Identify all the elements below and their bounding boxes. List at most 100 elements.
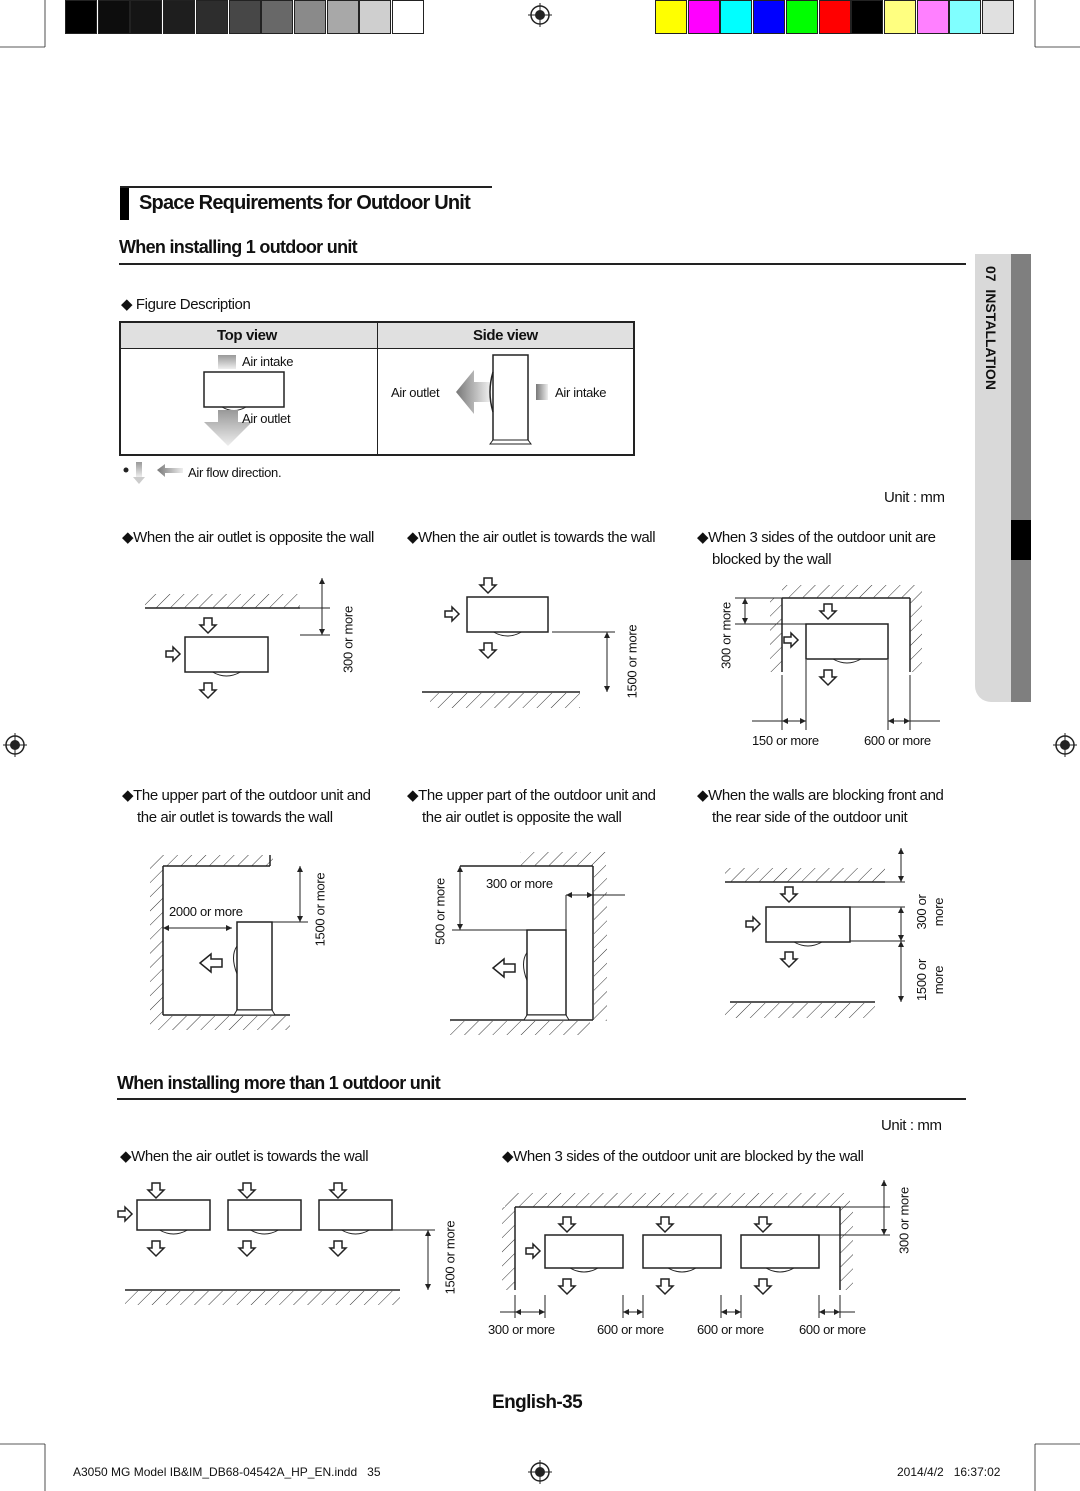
outdoor-unit xyxy=(136,1199,211,1231)
wall-hatch xyxy=(840,1207,853,1290)
outdoor-unit xyxy=(765,906,851,943)
caption-2: ◆When the air outlet is towards the wall xyxy=(407,529,656,546)
caption-multi-2: ◆When 3 sides of the outdoor unit are bl… xyxy=(502,1148,864,1165)
wall-hatch xyxy=(782,585,922,598)
outdoor-unit xyxy=(740,1234,820,1269)
heading-rule xyxy=(119,263,966,265)
arrow-down-icon xyxy=(478,642,498,660)
wall-hatch xyxy=(450,1021,590,1035)
arrow-down-icon xyxy=(753,1278,773,1296)
unit-base xyxy=(523,1014,570,1021)
wall-hatch xyxy=(430,693,580,708)
caption-1: ◆When the air outlet is opposite the wal… xyxy=(122,529,374,546)
heading-multi-unit: When installing more than 1 outdoor unit xyxy=(117,1073,441,1093)
arrow-down-icon xyxy=(478,577,498,595)
section-title-bar xyxy=(120,187,129,220)
airflow-left-icon xyxy=(157,464,183,477)
dim-label: 600 or more xyxy=(864,733,931,748)
dim-label: 1500 or more xyxy=(442,1220,458,1295)
arrow-down-icon xyxy=(237,1182,257,1200)
figure-table: Top view Side view Air intake Air outlet… xyxy=(119,321,635,456)
arrow-down-icon xyxy=(779,886,799,904)
wall-hatch xyxy=(520,852,606,866)
dim-label: 600 or more xyxy=(799,1322,866,1337)
wall-hatch xyxy=(910,598,922,672)
dim-label: 300 or more xyxy=(488,1322,555,1337)
outdoor-unit xyxy=(227,1199,302,1231)
dim-label: 500 or more xyxy=(432,878,448,945)
heading-rule xyxy=(117,1098,966,1100)
wall-hatch xyxy=(594,866,607,1021)
heading-single-unit: When installing 1 outdoor unit xyxy=(119,237,358,257)
dim-label: 1500 or more xyxy=(914,959,946,1001)
figure-description-label: ◆ Figure Description xyxy=(121,296,251,313)
arrow-right-icon xyxy=(165,645,182,663)
side-air-outlet-label: Air outlet xyxy=(391,385,440,400)
dim-label: 300 or more xyxy=(896,1187,912,1254)
airflow-note: Air flow direction. xyxy=(188,465,282,480)
arrow-right-icon xyxy=(783,631,800,649)
unit-label-multi: Unit : mm xyxy=(881,1117,942,1134)
airflow-down-icon xyxy=(136,462,142,477)
arrow-down-icon xyxy=(198,682,218,700)
unit-label-single: Unit : mm xyxy=(884,489,945,506)
dim-label: 600 or more xyxy=(597,1322,664,1337)
arrow-right-icon xyxy=(525,1242,542,1260)
arrow-down-icon xyxy=(655,1216,675,1234)
side-tab-marker xyxy=(1011,520,1031,560)
arrow-down-icon xyxy=(753,1216,773,1234)
arrow-down-icon xyxy=(557,1216,577,1234)
dim-label: 150 or more xyxy=(752,733,819,748)
arrow-right-icon xyxy=(444,605,461,623)
footer-file: A3050 MG Model IB&IM_DB68-04542A_HP_EN.i… xyxy=(73,1465,381,1479)
arrow-down-icon xyxy=(328,1240,348,1258)
arrow-down-icon xyxy=(198,617,218,635)
arrow-down-icon xyxy=(779,951,799,969)
arrow-right-icon xyxy=(117,1205,134,1223)
wall-hatch xyxy=(770,598,782,672)
top-view-header: Top view xyxy=(217,327,277,344)
caption-5: ◆The upper part of the outdoor unit and … xyxy=(407,787,656,826)
top-air-outlet-label: Air outlet xyxy=(242,411,291,426)
bullet xyxy=(123,467,129,473)
outdoor-unit xyxy=(526,929,567,1016)
outdoor-unit xyxy=(236,921,273,1011)
outdoor-unit xyxy=(318,1199,393,1231)
arrow-down-icon xyxy=(328,1182,348,1200)
arrow-right-icon xyxy=(745,915,762,933)
dim-label: 300 or more xyxy=(914,894,946,930)
dim-label: 300 or more xyxy=(486,876,553,891)
wall-hatch xyxy=(502,1207,515,1290)
caption-6: ◆When the walls are blocking front and t… xyxy=(697,787,944,826)
side-tab-label: 07 INSTALLATION xyxy=(983,266,999,390)
wall-hatch xyxy=(505,1193,850,1207)
outdoor-unit xyxy=(184,636,269,673)
arrow-down-icon xyxy=(557,1278,577,1296)
wall-hatch xyxy=(145,594,300,608)
outdoor-unit xyxy=(544,1234,624,1269)
side-tab-stripe xyxy=(1011,254,1031,702)
arrow-left-icon xyxy=(491,957,516,979)
wall-hatch xyxy=(125,1291,400,1305)
dim-label: 1500 or more xyxy=(312,872,328,947)
arrow-down-icon xyxy=(818,603,838,621)
top-air-intake-label: Air intake xyxy=(242,354,294,369)
arrow-down-icon xyxy=(146,1240,166,1258)
arrow-down-icon xyxy=(655,1278,675,1296)
arrow-down-icon xyxy=(818,669,838,687)
caption-multi-1: ◆When the air outlet is towards the wall xyxy=(120,1148,369,1165)
unit-base xyxy=(233,1009,276,1016)
outdoor-unit xyxy=(466,596,549,633)
arrow-left-icon xyxy=(198,952,223,974)
arrow-down-icon xyxy=(237,1240,257,1258)
dim-label: 600 or more xyxy=(697,1322,764,1337)
wall-hatch xyxy=(150,866,163,1016)
dim-label: 1500 or more xyxy=(624,624,640,699)
wall-hatch xyxy=(725,868,885,882)
side-view-header: Side view xyxy=(473,327,538,344)
wall-hatch xyxy=(150,855,273,866)
outdoor-unit xyxy=(805,623,889,660)
dim-label: 2000 or more xyxy=(169,904,243,919)
arrow-down-icon xyxy=(146,1182,166,1200)
airflow-down-icon xyxy=(133,477,145,484)
